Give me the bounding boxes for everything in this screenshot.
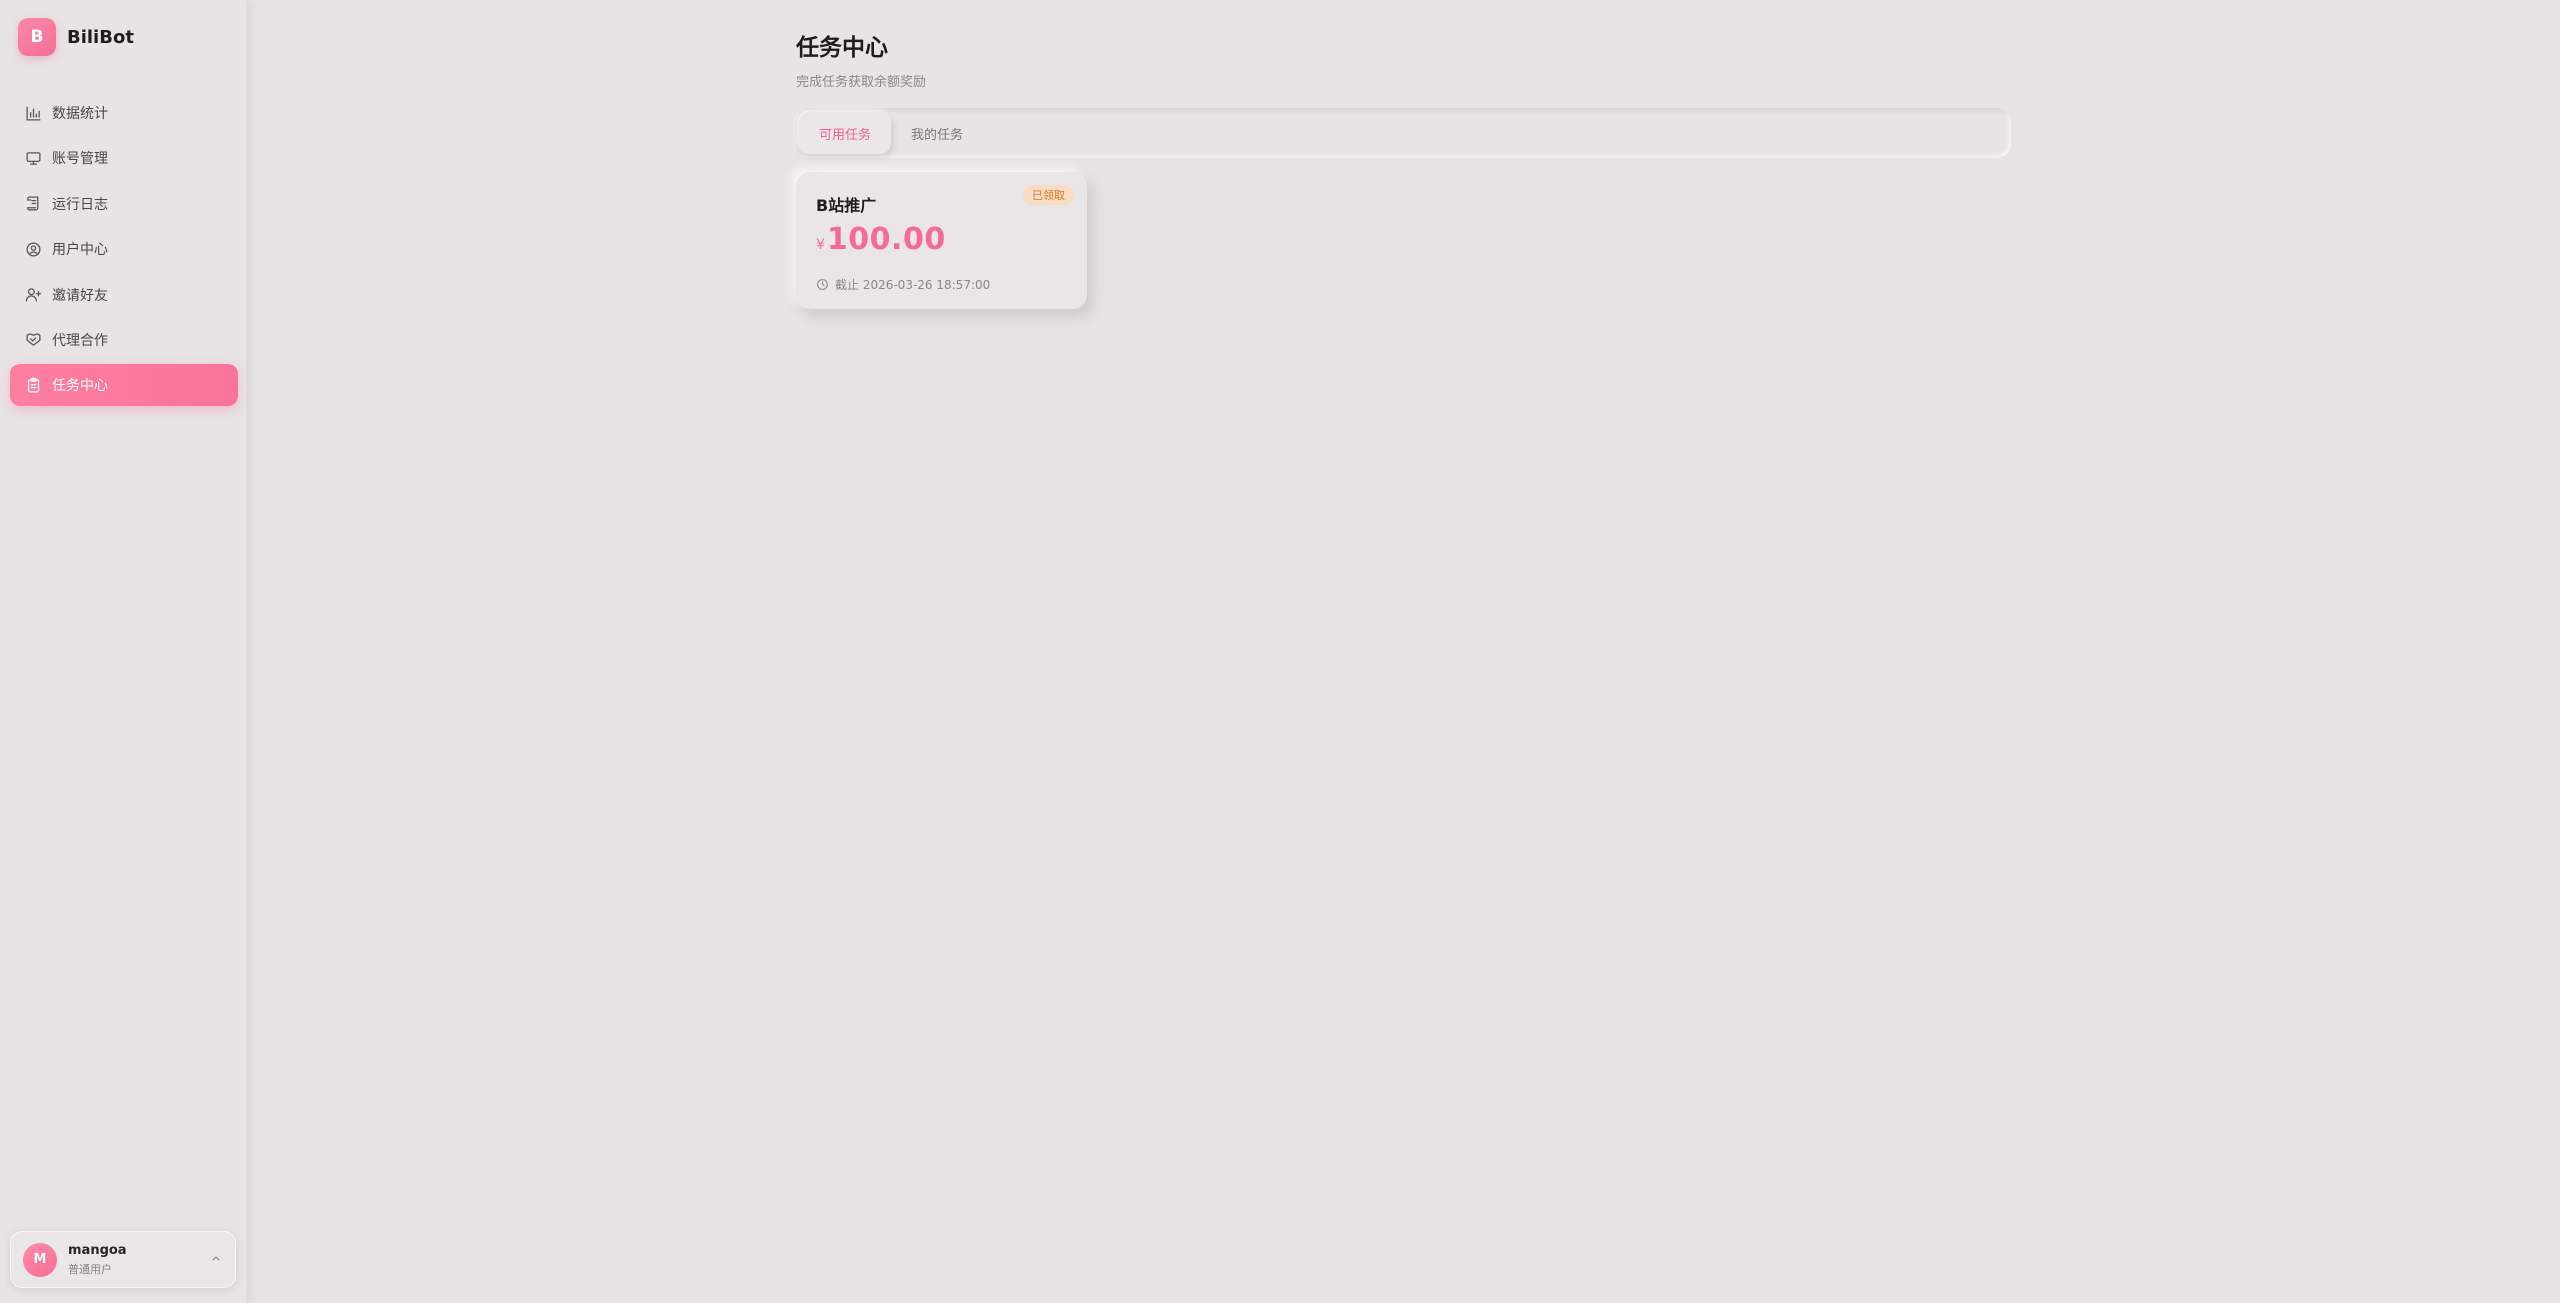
tab-my-tasks[interactable]: 我的任务 — [891, 112, 983, 154]
scroll-icon — [24, 195, 42, 213]
user-name: mangoa — [68, 1242, 127, 1258]
user-circle-icon — [24, 240, 42, 258]
clock-icon — [816, 278, 829, 291]
user-role: 普通用户 — [68, 1262, 112, 1276]
sidebar-item-user-center[interactable]: 用户中心 — [10, 228, 238, 270]
sidebar-item-label: 数据统计 — [52, 106, 108, 122]
sidebar-item-logs[interactable]: 运行日志 — [10, 183, 238, 225]
reward-amount: 100.00 — [826, 222, 946, 257]
task-tabs: 可用任务 我的任务 — [796, 108, 2011, 158]
sidebar-nav: 数据统计 账号管理 运行日志 用户中心 邀请好友 代理合作 任务中心 — [10, 92, 238, 410]
sidebar-item-label: 运行日志 — [52, 196, 108, 213]
sidebar-item-statistics[interactable]: 数据统计 — [10, 92, 238, 134]
task-deadline: 截止 2026-03-26 18:57:00 — [816, 276, 990, 293]
reward-currency: ¥ — [816, 237, 825, 253]
tab-available-tasks[interactable]: 可用任务 — [799, 112, 892, 154]
chevron-up-icon — [210, 1252, 222, 1267]
sidebar-item-label: 账号管理 — [52, 151, 108, 168]
sidebar-item-agency[interactable]: 代理合作 — [10, 319, 238, 361]
avatar: M — [23, 1242, 57, 1277]
status-badge: 已领取 — [1023, 185, 1074, 205]
sidebar-item-task-center[interactable]: 任务中心 — [10, 364, 238, 407]
brand-name: BiliBot — [67, 26, 134, 48]
sidebar-item-invite[interactable]: 邀请好友 — [10, 274, 238, 316]
task-name: B站推广 — [816, 196, 877, 215]
brand[interactable]: B BiliBot — [18, 18, 134, 56]
brand-logo: B — [18, 18, 56, 56]
sidebar-item-label: 邀请好友 — [52, 287, 108, 304]
sidebar-item-label: 任务中心 — [52, 378, 108, 395]
sidebar-item-accounts[interactable]: 账号管理 — [10, 137, 238, 179]
page-title: 任务中心 — [796, 35, 888, 61]
bar-chart-icon — [24, 104, 42, 122]
user-plus-icon — [24, 286, 42, 304]
clipboard-icon — [24, 376, 42, 394]
user-info: mangoa 普通用户 — [68, 1243, 127, 1277]
task-card[interactable]: B站推广 已领取 ¥ 100.00 截止 2026-03-26 18:57:00 — [796, 172, 1087, 309]
user-menu[interactable]: M mangoa 普通用户 — [10, 1231, 236, 1288]
deadline-text: 截止 2026-03-26 18:57:00 — [835, 278, 991, 292]
handshake-icon — [24, 331, 42, 349]
sidebar-item-label: 用户中心 — [52, 242, 108, 259]
sidebar-item-label: 代理合作 — [52, 332, 108, 349]
sidebar: B BiliBot 数据统计 账号管理 运行日志 用户中心 邀请好友 代理合作 … — [0, 0, 247, 1303]
task-reward: ¥ 100.00 — [816, 222, 946, 257]
monitor-icon — [24, 149, 42, 167]
page-subtitle: 完成任务获取余额奖励 — [796, 75, 927, 90]
main-content: 任务中心 完成任务获取余额奖励 可用任务 我的任务 B站推广 已领取 ¥ 100… — [796, 28, 2011, 309]
